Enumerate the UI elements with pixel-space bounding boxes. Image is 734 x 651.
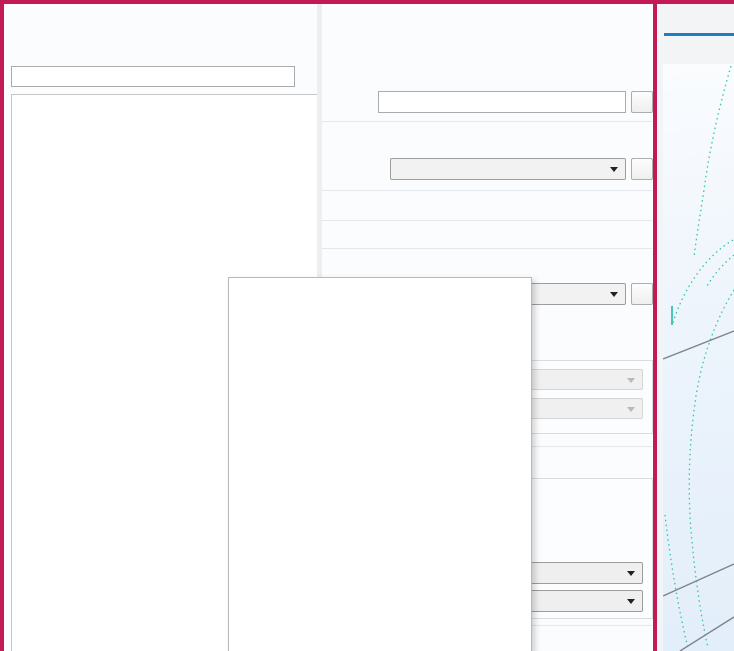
label-message-button[interactable]	[631, 91, 653, 113]
graphics-canvas[interactable]	[663, 64, 734, 651]
plot-button[interactable]	[330, 61, 354, 79]
chevron-right-icon[interactable]	[334, 201, 344, 211]
chevron-down-icon[interactable]	[332, 134, 342, 144]
chevron-down-icon	[627, 571, 635, 576]
chevron-down-icon	[627, 599, 635, 604]
context-menu	[228, 277, 532, 651]
window-border-top	[0, 0, 734, 4]
chevron-down-icon	[627, 378, 635, 383]
chevron-down-icon	[610, 292, 618, 297]
refresh-icon[interactable]	[296, 66, 314, 84]
chevron-down-icon	[627, 407, 635, 412]
plot-preview	[663, 64, 734, 651]
comsol-window	[0, 0, 734, 651]
tab-underline	[664, 33, 734, 36]
dataset-select[interactable]	[390, 158, 626, 180]
label-input[interactable]	[378, 91, 626, 113]
chevron-down-icon	[610, 167, 618, 172]
separator	[322, 190, 652, 191]
chevron-right-icon[interactable]	[334, 231, 344, 241]
separator	[322, 248, 652, 249]
view-sync-button[interactable]	[631, 283, 653, 305]
chevron-down-icon[interactable]	[332, 259, 342, 269]
panel-divider-accent	[653, 0, 657, 651]
filter-input[interactable]	[11, 66, 295, 87]
separator	[322, 220, 652, 221]
separator	[322, 121, 652, 122]
dataset-sync-button[interactable]	[631, 158, 653, 180]
plot-icon	[330, 63, 348, 77]
window-border-left	[0, 0, 4, 651]
graphics-panel	[657, 4, 734, 651]
